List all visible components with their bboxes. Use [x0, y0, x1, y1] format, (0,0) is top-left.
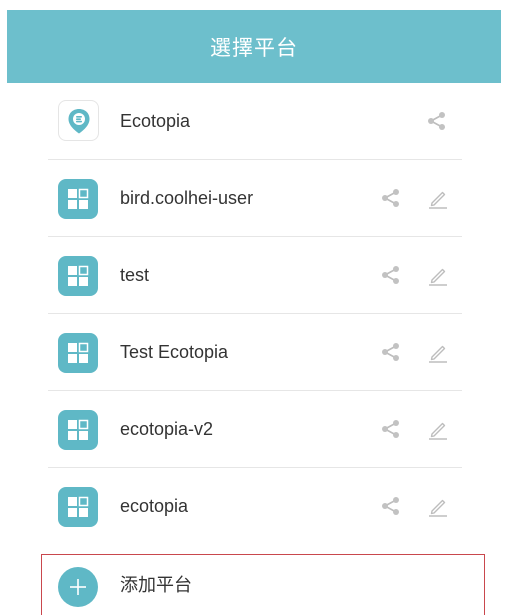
platform-row[interactable]: ecotopia	[0, 468, 508, 545]
share-icon[interactable]	[425, 109, 449, 133]
edit-pencil-icon[interactable]	[425, 185, 451, 211]
grid-app-icon	[58, 333, 98, 373]
share-icon[interactable]	[379, 186, 403, 210]
platform-list: Ecotopia bird.coolhei-user test Test Eco…	[0, 83, 508, 545]
share-icon[interactable]	[379, 263, 403, 287]
platform-name: Ecotopia	[120, 111, 191, 131]
ecotopia-logo-icon	[58, 100, 99, 141]
platform-name: ecotopia	[120, 496, 189, 516]
platform-row[interactable]: bird.coolhei-user	[0, 160, 508, 237]
edit-pencil-icon[interactable]	[425, 339, 451, 365]
platform-row[interactable]: Test Ecotopia	[0, 314, 508, 391]
platform-row[interactable]: test	[0, 237, 508, 314]
platform-row[interactable]: ecotopia-v2	[0, 391, 508, 468]
share-icon[interactable]	[379, 494, 403, 518]
share-icon[interactable]	[379, 340, 403, 364]
platform-select-screen: 選擇平台 Ecotopia bird.coolhei-user test Tes…	[0, 0, 508, 615]
app-header: 選擇平台	[7, 10, 501, 83]
grid-app-icon	[58, 410, 98, 450]
platform-name: test	[120, 265, 150, 285]
grid-app-icon	[58, 179, 98, 219]
platform-name: ecotopia-v2	[120, 419, 214, 439]
grid-app-icon	[58, 487, 98, 527]
add-platform-button[interactable]: 添加平台	[41, 554, 485, 615]
page-title: 選擇平台	[210, 35, 298, 60]
add-platform-label: 添加平台	[120, 575, 192, 596]
share-icon[interactable]	[379, 417, 403, 441]
platform-name: Test Ecotopia	[120, 342, 229, 362]
edit-pencil-icon[interactable]	[425, 416, 451, 442]
edit-pencil-icon[interactable]	[425, 262, 451, 288]
grid-app-icon	[58, 256, 98, 296]
platform-name: bird.coolhei-user	[120, 188, 254, 208]
plus-circle-icon	[58, 567, 98, 607]
edit-pencil-icon[interactable]	[425, 493, 451, 519]
platform-row-ecotopia-main[interactable]: Ecotopia	[0, 83, 508, 160]
